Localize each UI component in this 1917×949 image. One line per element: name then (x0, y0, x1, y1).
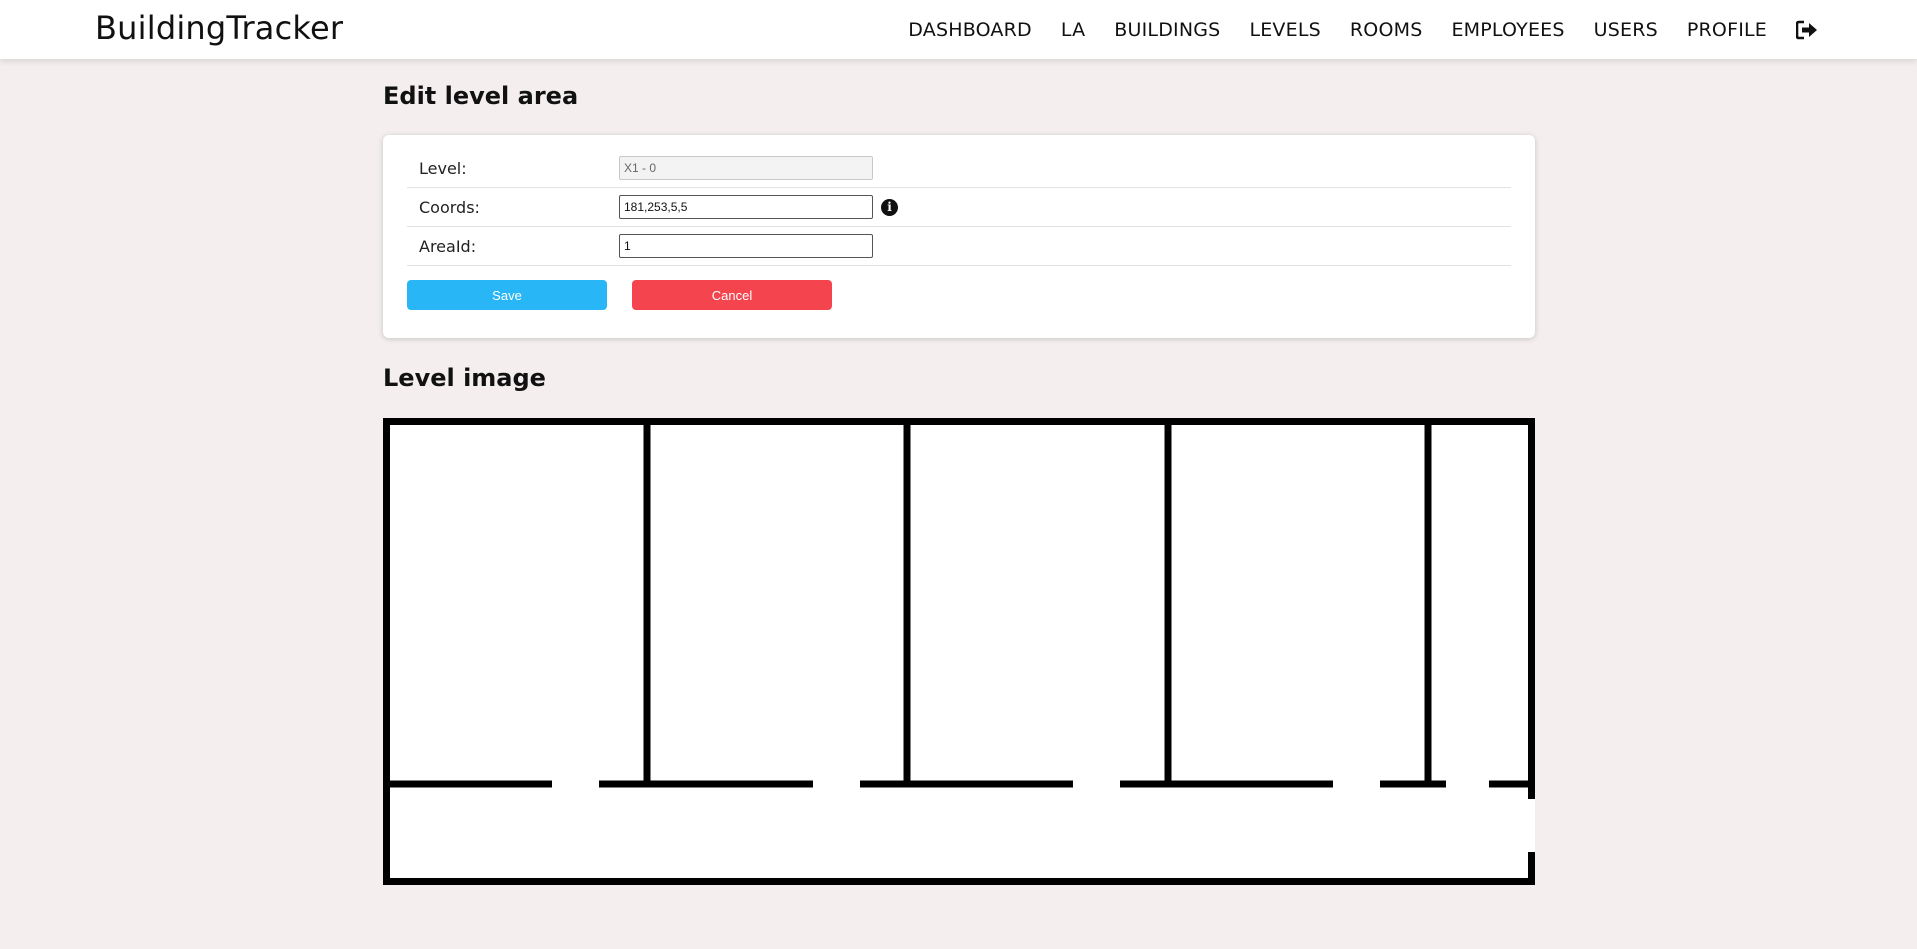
nav-link-levels[interactable]: LEVELS (1249, 19, 1320, 41)
top-navbar: BuildingTracker DASHBOARD LA BUILDINGS L… (0, 0, 1917, 59)
nav-link-buildings[interactable]: BUILDINGS (1114, 19, 1220, 41)
nav-link-profile[interactable]: PROFILE (1687, 19, 1767, 41)
sign-out-icon[interactable] (1795, 20, 1818, 40)
form-row-coords: Coords: i (407, 188, 1511, 227)
edit-form-card: Level: Coords: i AreaId: Save Cancel (383, 135, 1535, 338)
level-floor-plan-image[interactable] (383, 418, 1535, 885)
floor-plan-svg (383, 418, 1535, 885)
cancel-button[interactable]: Cancel (632, 280, 832, 310)
level-field (619, 156, 873, 180)
nav-link-la[interactable]: LA (1061, 19, 1085, 41)
nav-links: DASHBOARD LA BUILDINGS LEVELS ROOMS EMPL… (879, 0, 1818, 59)
save-button[interactable]: Save (407, 280, 607, 310)
level-label: Level: (419, 159, 467, 178)
nav-link-rooms[interactable]: ROOMS (1350, 19, 1423, 41)
coords-label: Coords: (419, 198, 480, 217)
brand-logo[interactable]: BuildingTracker (95, 9, 343, 47)
areaid-field[interactable] (619, 234, 873, 258)
form-row-areaid: AreaId: (407, 227, 1511, 266)
nav-link-employees[interactable]: EMPLOYEES (1451, 19, 1564, 41)
info-circle-icon[interactable]: i (881, 199, 898, 216)
coords-field[interactable] (619, 195, 873, 219)
nav-link-dashboard[interactable]: DASHBOARD (908, 19, 1032, 41)
form-row-level: Level: (407, 149, 1511, 188)
edit-level-area-title: Edit level area (383, 82, 579, 110)
level-image-title: Level image (383, 364, 546, 392)
areaid-label: AreaId: (419, 237, 477, 256)
nav-link-users[interactable]: USERS (1594, 19, 1658, 41)
